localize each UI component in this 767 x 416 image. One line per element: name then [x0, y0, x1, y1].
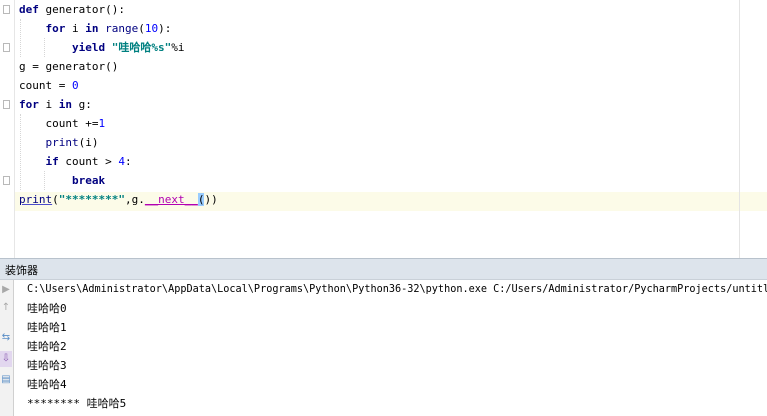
code-token: for [19, 98, 39, 111]
code-token: 4 [118, 155, 125, 168]
code-token: "********" [58, 193, 125, 206]
console-output[interactable]: C:\Users\Administrator\AppData\Local\Pro… [14, 280, 767, 416]
fold-marker-icon[interactable] [3, 5, 10, 14]
console-line: C:\Users\Administrator\AppData\Local\Pro… [27, 284, 767, 295]
code-line: def generator(): [19, 0, 125, 19]
code-token: __next__ [144, 193, 198, 206]
run-panel-header[interactable]: 装饰器 [0, 258, 767, 280]
right-margin-guide [739, 0, 740, 258]
code-token: (i) [78, 136, 99, 149]
code-token: %i [171, 41, 185, 54]
code-token: for [45, 22, 66, 35]
console-line: ******** 哇哈哈5 [27, 397, 127, 410]
console-line: 哇哈哈3 [27, 359, 67, 372]
code-line: print("********",g.__next__()) [19, 190, 218, 209]
code-token: count = [19, 79, 72, 92]
run-panel-title: 装饰器 [5, 264, 38, 277]
code-token: ) [211, 193, 218, 206]
code-line: if count > 4: [19, 152, 132, 171]
code-token: count += [19, 117, 99, 130]
code-token: generator(): [38, 3, 125, 16]
code-token: 1 [98, 117, 106, 130]
editor-gutter [0, 0, 15, 258]
code-token: ,g. [124, 193, 145, 206]
code-line: print(i) [19, 133, 99, 152]
code-line: g = generator() [19, 57, 118, 76]
code-token: : [124, 155, 132, 168]
print-icon[interactable]: ▤ [0, 372, 12, 388]
code-line: count = 0 [19, 76, 79, 95]
console-line: 哇哈哈2 [27, 340, 67, 353]
code-line: break [19, 171, 105, 190]
code-line: for i in range(10): [19, 19, 172, 38]
code-token: ( [52, 193, 59, 206]
code-line: for i in g: [19, 95, 92, 114]
run-toolbar: ▶ ↑ ⇆ ⇩ ▤ [0, 280, 14, 416]
code-token: def [19, 3, 39, 16]
scroll-to-end-icon[interactable]: ⇩ [0, 351, 12, 367]
code-token: i [38, 98, 59, 111]
soft-wrap-icon[interactable]: ⇆ [0, 330, 12, 346]
code-token: ( [138, 22, 145, 35]
code-token: i [65, 22, 86, 35]
code-token: ): [158, 22, 172, 35]
code-token: print [45, 136, 79, 149]
rerun-icon[interactable]: ▶ [0, 282, 12, 298]
console-line: 哇哈哈4 [27, 378, 67, 391]
fold-marker-icon[interactable] [3, 100, 10, 109]
code-token: range [105, 22, 139, 35]
console-line: 哇哈哈1 [27, 321, 67, 334]
console-line: 哇哈哈0 [27, 302, 67, 315]
code-editor[interactable]: def generator(): for i in range(10): yie… [0, 0, 767, 258]
code-token: in [85, 22, 99, 35]
code-token: 0 [71, 79, 79, 92]
code-token: break [71, 174, 106, 187]
code-line: count +=1 [19, 114, 105, 133]
code-token: "哇哈哈%s" [111, 41, 172, 54]
fold-marker-icon[interactable] [3, 176, 10, 185]
stop-icon[interactable]: ↑ [0, 300, 12, 316]
code-token: in [58, 98, 72, 111]
code-token: g: [72, 98, 92, 111]
code-token: if [45, 155, 59, 168]
code-token: count > [58, 155, 119, 168]
code-line: yield "哇哈哈%s"%i [19, 38, 185, 57]
code-token: g = generator() [19, 60, 119, 73]
fold-marker-icon[interactable] [3, 43, 10, 52]
code-token: 10 [144, 22, 159, 35]
code-token: yield [71, 41, 106, 54]
code-token: print [19, 193, 53, 206]
